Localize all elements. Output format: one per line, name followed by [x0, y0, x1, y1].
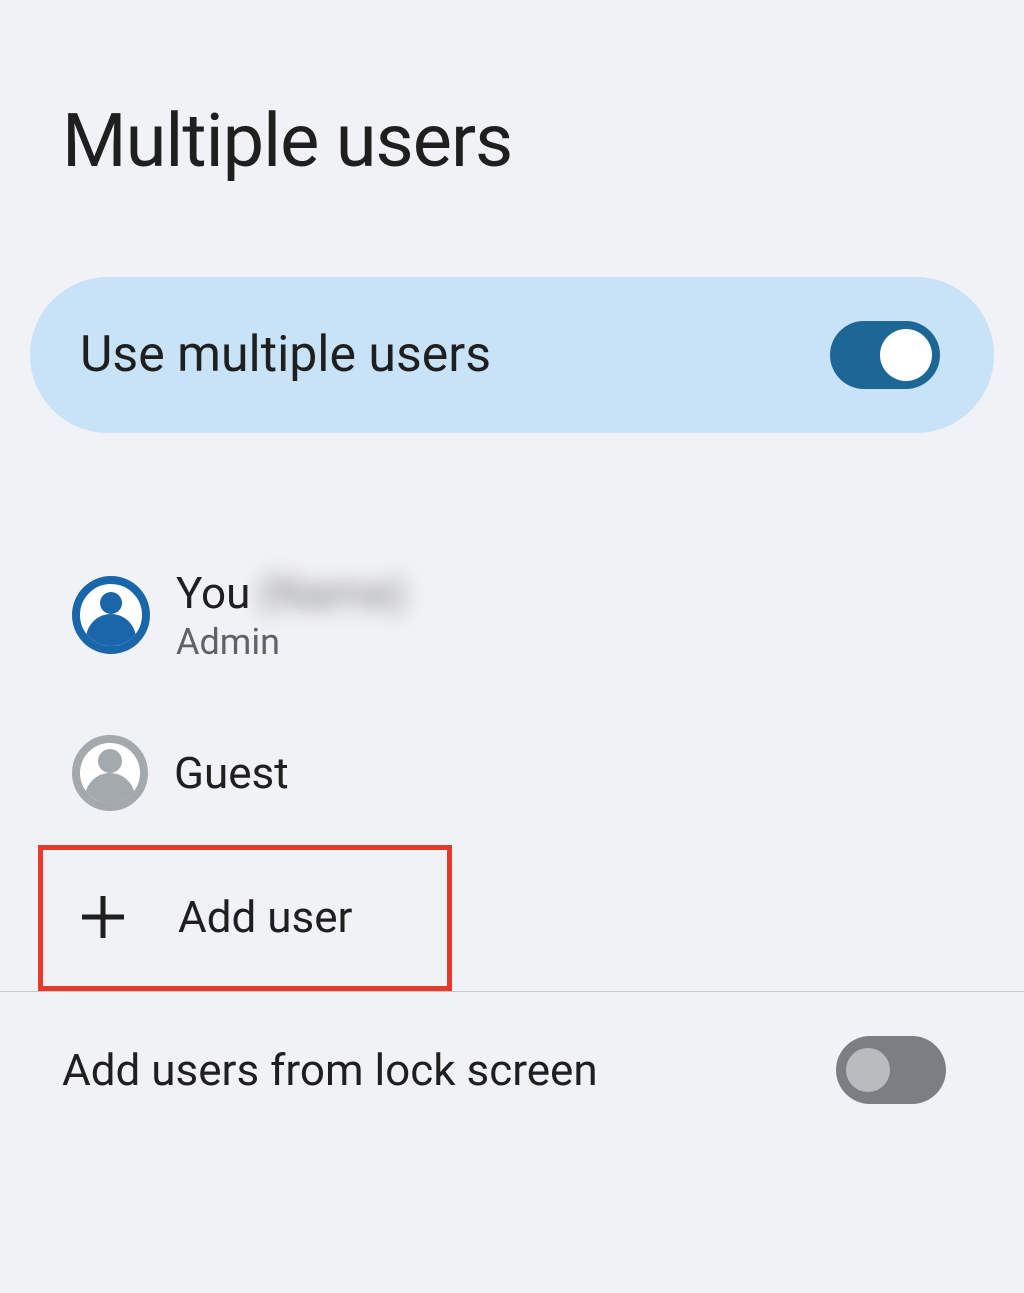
use-multiple-users-label: Use multiple users: [80, 326, 491, 384]
add-user-label: Add user: [178, 891, 352, 943]
page-title: Multiple users: [0, 50, 1024, 185]
guest-avatar-icon: [72, 735, 148, 811]
user-name-label: You(Name): [176, 567, 406, 619]
use-multiple-users-toggle[interactable]: [830, 321, 940, 389]
user-avatar-icon: [72, 576, 150, 654]
user-row-guest[interactable]: Guest: [0, 711, 1024, 835]
user-subtitle-label: Admin: [176, 621, 406, 663]
add-users-lockscreen-label: Add users from lock screen: [62, 1044, 598, 1096]
use-multiple-users-row[interactable]: Use multiple users: [30, 277, 994, 433]
add-user-button[interactable]: Add user: [0, 851, 1024, 983]
toggle-thumb: [846, 1048, 890, 1092]
add-users-lockscreen-row[interactable]: Add users from lock screen: [0, 992, 1024, 1104]
plus-icon: [82, 896, 124, 938]
add-users-lockscreen-toggle[interactable]: [836, 1036, 946, 1104]
guest-name-label: Guest: [174, 747, 289, 799]
users-list: You(Name) Admin Guest Add user: [0, 543, 1024, 983]
user-row-you[interactable]: You(Name) Admin: [0, 543, 1024, 687]
toggle-thumb: [880, 329, 932, 381]
